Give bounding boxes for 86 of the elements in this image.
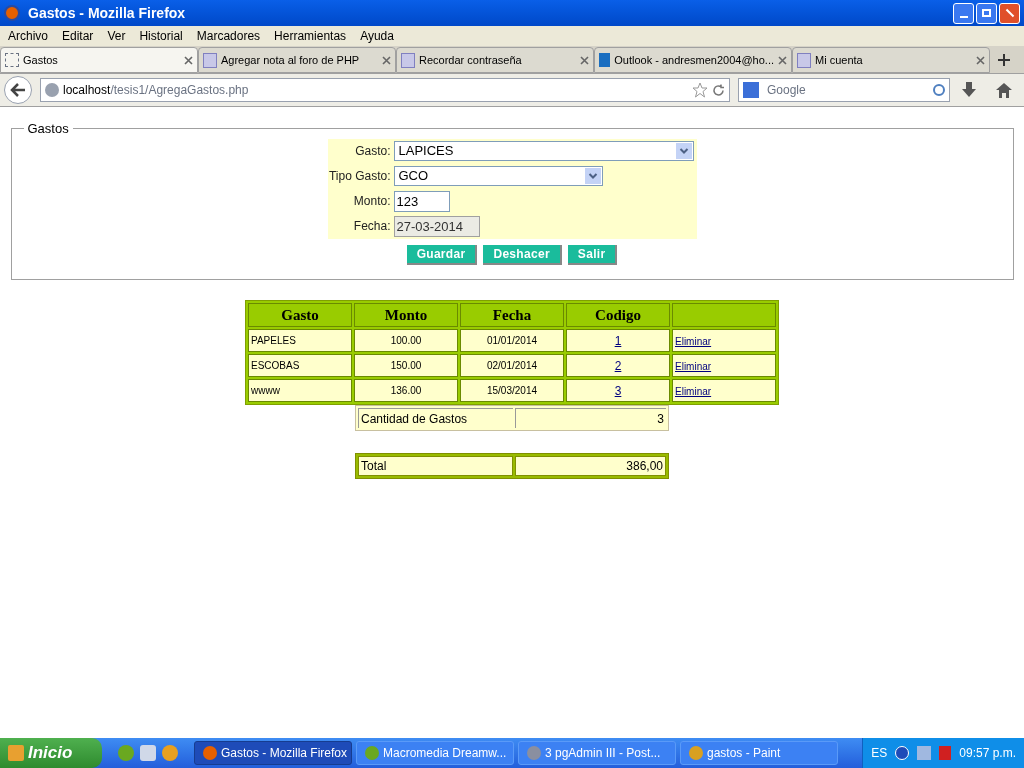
taskbar-button[interactable]: gastos - Paint <box>680 741 838 765</box>
browser-tab[interactable]: Agregar nota al foro de PHP <box>198 47 396 73</box>
column-header: Gasto <box>248 302 352 327</box>
tab-label: Mi cuenta <box>815 52 864 68</box>
taskbar-button[interactable]: Gastos - Mozilla Firefox <box>194 741 352 765</box>
summary-label: Cantidad de Gastos <box>358 408 513 428</box>
summary-value: 3 <box>515 408 666 428</box>
browser-tab[interactable]: Gastos <box>0 47 198 73</box>
taskbar-label: gastos - Paint <box>707 745 781 762</box>
table-cell: 136.00 <box>354 379 458 402</box>
field-label: Fecha: <box>352 218 392 235</box>
blank-page-icon <box>5 53 19 67</box>
maximize-button[interactable] <box>976 2 997 24</box>
browser-tab[interactable]: Recordar contraseña <box>396 47 594 73</box>
tab-label: Agregar nota al foro de PHP <box>221 52 361 68</box>
url-text: localhost/tesis1/AgregaGastos.php <box>63 82 249 99</box>
select-field[interactable]: GCO <box>393 166 603 186</box>
menu-item[interactable]: Marcadores <box>196 27 261 45</box>
menu-item[interactable]: Ver <box>107 27 126 45</box>
tab-label: Gastos <box>23 52 59 68</box>
back-arrow-icon <box>10 83 26 97</box>
taskbar-button[interactable]: Macromedia Dreamw... <box>356 741 514 765</box>
search-field[interactable]: Google <box>738 78 950 102</box>
column-header: Monto <box>354 302 458 327</box>
home-icon[interactable] <box>996 82 1012 98</box>
taskbar-label: 3 pgAdmin III - Post... <box>545 745 661 762</box>
close-tab-icon[interactable] <box>976 55 985 65</box>
field-label: Tipo Gasto: <box>327 168 392 185</box>
back-button[interactable] <box>4 76 32 104</box>
delete-link[interactable]: Eliminar <box>675 335 712 347</box>
summary-value: 386,00 <box>515 456 666 476</box>
minimize-button[interactable] <box>953 2 974 24</box>
fieldset-legend: Gastos <box>23 119 73 139</box>
search-icon[interactable] <box>933 84 945 96</box>
taskbar-label: Macromedia Dreamw... <box>383 745 507 762</box>
close-tab-icon[interactable] <box>382 55 391 65</box>
close-button[interactable] <box>999 2 1020 24</box>
close-tab-icon[interactable] <box>778 55 787 65</box>
window-title: Gastos - Mozilla Firefox <box>28 3 186 23</box>
table-cell: 15/03/2014 <box>460 379 564 402</box>
page-icon <box>401 52 415 68</box>
table-cell: wwww <box>248 379 352 402</box>
clock-text: 09:57 p.m. <box>959 745 1016 762</box>
table-cell: PAPELES <box>248 329 352 352</box>
plus-icon <box>998 54 1010 66</box>
summary-label: Total <box>358 456 513 476</box>
input-field[interactable]: 123 <box>393 190 450 212</box>
search-placeholder: Google <box>767 82 806 99</box>
page-icon <box>203 52 217 68</box>
delete-link[interactable]: Eliminar <box>675 385 712 397</box>
column-header: Fecha <box>460 302 564 327</box>
field-label: Gasto: <box>354 143 392 160</box>
browser-tab[interactable]: Outlook - andresmen2004@ho... <box>594 47 792 73</box>
delete-link[interactable]: Eliminar <box>675 360 712 372</box>
taskbar-label: Gastos - Mozilla Firefox <box>221 745 348 762</box>
table-cell: 100.00 <box>354 329 458 352</box>
reload-icon[interactable] <box>712 83 725 97</box>
taskbar-button[interactable]: 3 pgAdmin III - Post... <box>518 741 676 765</box>
menu-item[interactable]: Ayuda <box>360 27 394 45</box>
download-icon[interactable] <box>962 82 976 98</box>
globe-icon <box>45 83 59 97</box>
menu-item[interactable]: Archivo <box>8 27 48 45</box>
code-link[interactable]: 2 <box>614 358 622 373</box>
star-icon[interactable] <box>692 82 708 98</box>
address-bar[interactable]: localhost/tesis1/AgregaGastos.php <box>40 78 730 102</box>
tab-label: Recordar contraseña <box>419 52 523 68</box>
menu-item[interactable]: Historial <box>139 27 183 45</box>
code-link[interactable]: 1 <box>614 333 622 348</box>
close-tab-icon[interactable] <box>580 55 589 65</box>
quick-launch-icon[interactable] <box>162 745 178 761</box>
windows-logo-icon <box>8 745 24 761</box>
field-label: Monto: <box>352 193 392 210</box>
browser-tab[interactable]: Mi cuenta <box>792 47 990 73</box>
select-field[interactable]: LAPICES <box>393 141 694 161</box>
code-link[interactable]: 3 <box>614 383 622 398</box>
close-tab-icon[interactable] <box>184 55 193 65</box>
table-cell: 150.00 <box>354 354 458 377</box>
column-header: Codigo <box>566 302 670 327</box>
tab-label: Outlook - andresmen2004@ho... <box>614 52 774 68</box>
menu-item[interactable]: Herramientas <box>274 27 347 45</box>
table-cell: 02/01/2014 <box>460 354 564 377</box>
tray-icon[interactable] <box>895 746 910 760</box>
menu-item[interactable]: Editar <box>62 27 94 45</box>
page-icon <box>797 52 811 68</box>
table-cell: 01/01/2014 <box>460 329 564 352</box>
table-cell: ESCOBAS <box>248 354 352 377</box>
